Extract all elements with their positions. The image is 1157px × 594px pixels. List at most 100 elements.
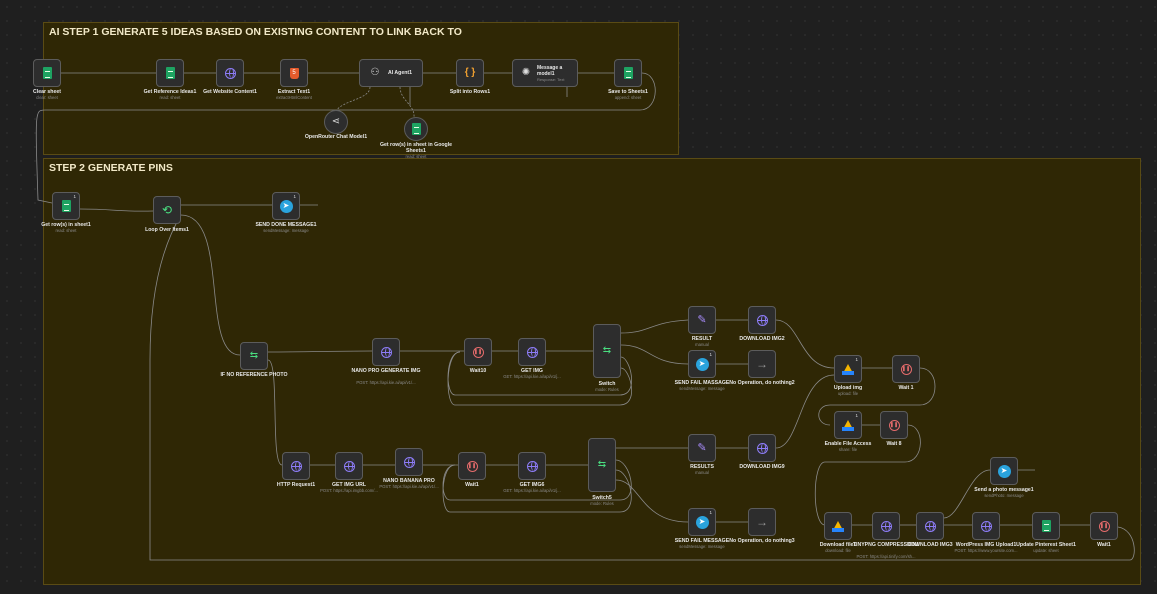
switch5-node[interactable]: ⇆ [588, 438, 616, 492]
node-label: Loop Over Items1 [145, 227, 189, 233]
connection [79, 208, 154, 212]
result-node[interactable]: ✎ [688, 306, 716, 334]
globe-icon [402, 455, 416, 469]
node-subtitle: extractHtmlContent [276, 95, 312, 100]
wait-icon: ❚❚ [887, 418, 901, 432]
globe-icon [525, 459, 539, 473]
globe-icon [755, 441, 769, 455]
get-img-url-node[interactable] [335, 452, 363, 480]
wait-last-node[interactable]: ❚❚ [1090, 512, 1118, 540]
sheets-icon [1039, 519, 1053, 533]
tinypng-compression-node[interactable] [872, 512, 900, 540]
node-label: OpenRouter Chat Model1 [304, 134, 368, 140]
save-to-sheets-node[interactable] [614, 59, 642, 87]
get-reference-ideas-node[interactable] [156, 59, 184, 87]
enable-file-access-node[interactable]: 1 [834, 411, 862, 439]
extract-text-node[interactable]: 5 [280, 59, 308, 87]
sheets-icon [40, 66, 54, 80]
node-label: DOWNLOAD IMG9 [739, 464, 785, 470]
wait-node[interactable]: ❚❚ [458, 452, 486, 480]
code-icon: { } [464, 67, 476, 78]
globe-icon [379, 345, 393, 359]
download-img9-node[interactable] [748, 434, 776, 462]
send-fail-message-2-node[interactable]: ➤ 1 [688, 508, 716, 536]
wait-1-node[interactable]: ❚❚ [892, 355, 920, 383]
nano-pro-generate-node[interactable] [372, 338, 400, 366]
node-label: DOWNLOAD IMG2 [739, 336, 785, 342]
no-operation-2-node[interactable]: → [748, 508, 776, 536]
results-node[interactable]: ✎ [688, 434, 716, 462]
node-subtitle: manual [695, 470, 709, 475]
if-no-reference-node[interactable]: ⇆ [240, 342, 268, 370]
html-icon: 5 [287, 66, 301, 80]
telegram-icon: ➤ [695, 357, 709, 371]
clear-sheet-node[interactable] [33, 59, 61, 87]
download-img3-node[interactable] [916, 512, 944, 540]
download-img2-node[interactable] [748, 306, 776, 334]
get-rows-google-sheets-node[interactable] [404, 117, 428, 141]
node-subtitle: mode: Rules [590, 501, 614, 506]
upload-img-node[interactable]: 1 [834, 355, 862, 383]
robot-icon: ⚇ [370, 67, 380, 78]
node-subtitle: mode: Rules [595, 387, 619, 392]
get-website-content-node[interactable] [216, 59, 244, 87]
wait-icon: ❚❚ [1097, 519, 1111, 533]
node-subtitle: sendMessage: message [679, 386, 725, 391]
loop-over-items-node[interactable]: ⟲ [153, 196, 181, 224]
openai-icon: ✺ [521, 67, 531, 78]
globe-icon [223, 66, 237, 80]
send-done-message-node[interactable]: ➤ 1 [272, 192, 300, 220]
globe-icon [755, 313, 769, 327]
connection [775, 319, 835, 369]
get-img-node[interactable] [518, 338, 546, 366]
download-file-node[interactable] [824, 512, 852, 540]
node-subtitle: read: sheet [405, 154, 427, 159]
node-badge: 1 [293, 194, 296, 199]
sheets-icon [409, 122, 423, 136]
switch-node[interactable]: ⇆ [593, 324, 621, 378]
node-subtitle: Response: Text [537, 76, 565, 82]
node-subtitle: POST: https://api.kie.ai/api/v1/... [356, 380, 416, 385]
node-subtitle: GET: https://api.kie.ai/api/v1/j... [503, 374, 561, 379]
wordpress-upload-node[interactable] [972, 512, 1000, 540]
workflow-canvas[interactable]: AI STEP 1 GENERATE 5 IDEAS BASED ON EXIS… [0, 0, 1157, 594]
get-img6-node[interactable] [518, 452, 546, 480]
update-pinterest-sheet-node[interactable] [1032, 512, 1060, 540]
send-photo-message-node[interactable]: ➤ [990, 457, 1018, 485]
node-subtitle: sendMessage: message [263, 228, 309, 233]
drive-icon [841, 418, 855, 432]
wait-8-node[interactable]: ❚❚ [880, 411, 908, 439]
get-rows-sheet-node[interactable]: 1 [52, 192, 80, 220]
node-label: Wait 1 [898, 385, 914, 391]
openrouter-chat-node[interactable]: ⋖ [324, 110, 348, 134]
node-subtitle: append: sheet [614, 95, 642, 100]
send-fail-message-node[interactable]: ➤ 1 [688, 350, 716, 378]
message-model-node[interactable]: ✺ Message a model1 Response: Text [512, 59, 578, 87]
node-subtitle: share: file [838, 447, 858, 452]
globe-icon [342, 459, 356, 473]
node-label: Get row(s) in sheet in Google Sheets1 [379, 142, 453, 154]
sheets-icon [163, 66, 177, 80]
split-into-rows-node[interactable]: { } [456, 59, 484, 87]
switch-icon: ⇆ [602, 345, 612, 356]
http-request-node[interactable] [282, 452, 310, 480]
node-badge: 1 [855, 357, 858, 362]
node-subtitle: update: sheet [1033, 548, 1059, 553]
node-subtitle: GET: https://api.kie.ai/api/v1/j... [503, 488, 561, 493]
connection [814, 424, 921, 526]
node-label: Message a model1 [537, 64, 563, 77]
connection [399, 86, 415, 118]
node-subtitle: sendMessage: message [679, 544, 725, 549]
wait10-node[interactable]: ❚❚ [464, 338, 492, 366]
drive-icon [841, 362, 855, 376]
node-label: Wait 8 [886, 441, 902, 447]
node-label: IF NO REFERENCE PHOTO [220, 372, 288, 378]
telegram-icon: ➤ [695, 515, 709, 529]
node-label: Split into Rows1 [449, 89, 491, 95]
ai-agent-node[interactable]: ⚇ AI Agent1 [359, 59, 423, 87]
node-label: NANO PRO GENERATE IMG [351, 368, 421, 374]
node-badge: 1 [855, 413, 858, 418]
nano-banana-pro-node[interactable] [395, 448, 423, 476]
node-label: Wait1 [1097, 542, 1111, 548]
no-operation-node[interactable]: → [748, 350, 776, 378]
